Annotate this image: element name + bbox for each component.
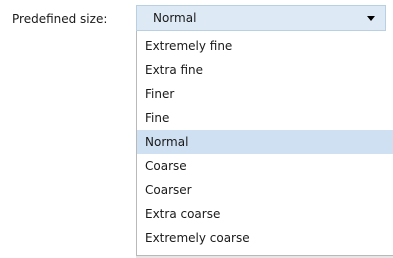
dropdown-item-coarser[interactable]: Coarser (137, 178, 393, 202)
dropdown-item-extremely-fine[interactable]: Extremely fine (137, 34, 393, 58)
dropdown-item-normal[interactable]: Normal (137, 130, 393, 154)
predefined-size-select[interactable]: Normal (136, 5, 386, 31)
dropdown-item-extra-coarse[interactable]: Extra coarse (137, 202, 393, 226)
predefined-size-panel: Predefined size: Normal Extremely fine E… (0, 0, 393, 258)
dropdown-item-fine[interactable]: Fine (137, 106, 393, 130)
dropdown-item-extremely-coarse[interactable]: Extremely coarse (137, 226, 393, 250)
select-current-value: Normal (153, 11, 197, 25)
size-dropdown-list[interactable]: Extremely fine Extra fine Finer Fine Nor… (136, 31, 393, 256)
triangle-down-icon[interactable] (367, 16, 375, 21)
dropdown-item-finer[interactable]: Finer (137, 82, 393, 106)
dropdown-item-coarse[interactable]: Coarse (137, 154, 393, 178)
dropdown-item-extra-fine[interactable]: Extra fine (137, 58, 393, 82)
predefined-size-label: Predefined size: (12, 12, 108, 26)
